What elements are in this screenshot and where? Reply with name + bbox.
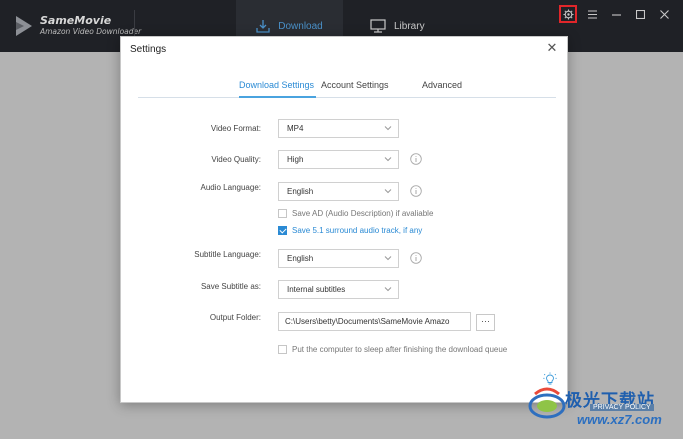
video-quality-value: High — [287, 155, 304, 164]
tab-download-settings[interactable]: Download Settings — [239, 80, 314, 90]
sleep-label: Put the computer to sleep after finishin… — [292, 345, 508, 354]
settings-button[interactable] — [559, 5, 577, 23]
tab-advanced[interactable]: Advanced — [422, 80, 462, 90]
video-format-select[interactable]: MP4 — [278, 119, 399, 138]
tab-account-settings[interactable]: Account Settings — [321, 80, 389, 90]
watermark-url: www.xz7.com — [577, 412, 662, 427]
subtitle-language-value: English — [287, 254, 314, 263]
video-quality-label: Video Quality: — [211, 155, 261, 164]
minimize-button[interactable] — [607, 5, 625, 23]
subtitle-language-label: Subtitle Language: — [194, 250, 261, 259]
app-logo-icon — [16, 16, 32, 36]
minimize-icon — [611, 13, 621, 16]
sleep-checkbox-row[interactable]: Put the computer to sleep after finishin… — [278, 345, 507, 354]
close-icon — [659, 9, 669, 19]
audio-language-value: English — [287, 187, 314, 196]
watermark: 极光下载站 PRIVACY POLICY www.xz7.com — [527, 382, 677, 437]
settings-title: Settings — [130, 44, 167, 55]
chevron-down-icon — [384, 157, 392, 162]
window-controls — [559, 5, 673, 23]
save-51-label: Save 5.1 surround audio track, if any — [292, 226, 423, 235]
monitor-icon — [370, 19, 386, 33]
privacy-policy-link[interactable]: PRIVACY POLICY — [590, 404, 654, 411]
save-51-checkbox-row[interactable]: Save 5.1 surround audio track, if any — [278, 226, 422, 235]
info-icon[interactable] — [410, 252, 422, 264]
output-folder-label: Output Folder: — [209, 313, 261, 322]
menu-button[interactable] — [583, 5, 601, 23]
video-format-label: Video Format: — [210, 124, 261, 133]
browse-folder-button[interactable]: ··· — [476, 314, 495, 331]
info-icon[interactable] — [410, 153, 422, 165]
save-ad-checkbox[interactable] — [278, 209, 287, 218]
save-ad-checkbox-row[interactable]: Save AD (Audio Description) if avaliable — [278, 209, 433, 218]
settings-tabs: Download Settings Account Settings Advan… — [138, 75, 556, 98]
maximize-button[interactable] — [631, 5, 649, 23]
info-icon[interactable] — [410, 185, 422, 197]
maximize-icon — [635, 9, 645, 19]
video-format-value: MP4 — [287, 124, 304, 133]
tab-library-label: Library — [394, 20, 425, 32]
app-subtitle: Amazon Video Downloader — [40, 27, 142, 36]
chevron-down-icon — [384, 287, 392, 292]
output-folder-field[interactable]: C:\Users\betty\Documents\SameMovie Amazo — [278, 312, 471, 331]
video-quality-select[interactable]: High — [278, 150, 399, 169]
sleep-checkbox[interactable] — [278, 345, 287, 354]
save-subtitle-select[interactable]: Internal subtitles — [278, 280, 399, 299]
save-subtitle-value: Internal subtitles — [287, 285, 346, 294]
chevron-down-icon — [384, 256, 392, 261]
menu-icon — [587, 9, 597, 19]
app-brand: SameMovie Amazon Video Downloader — [40, 14, 142, 37]
audio-language-select[interactable]: English — [278, 182, 399, 201]
save-ad-label: Save AD (Audio Description) if avaliable — [292, 209, 434, 218]
app-name: SameMovie — [40, 14, 112, 27]
audio-language-label: Audio Language: — [200, 183, 262, 192]
close-button[interactable] — [655, 5, 673, 23]
tab-download-label: Download — [278, 20, 323, 32]
settings-close-button[interactable]: ✕ — [545, 41, 559, 55]
gear-icon — [562, 8, 574, 20]
save-subtitle-label: Save Subtitle as: — [200, 282, 261, 291]
settings-dialog: Settings ✕ Download Settings Account Set… — [120, 36, 568, 403]
save-51-checkbox[interactable] — [278, 226, 287, 235]
chevron-down-icon — [384, 189, 392, 194]
subtitle-language-select[interactable]: English — [278, 249, 399, 268]
chevron-down-icon — [384, 126, 392, 131]
close-icon: ✕ — [546, 40, 558, 55]
watermark-logo-icon — [528, 387, 566, 419]
active-tab-indicator — [239, 96, 316, 98]
download-icon — [256, 20, 270, 33]
